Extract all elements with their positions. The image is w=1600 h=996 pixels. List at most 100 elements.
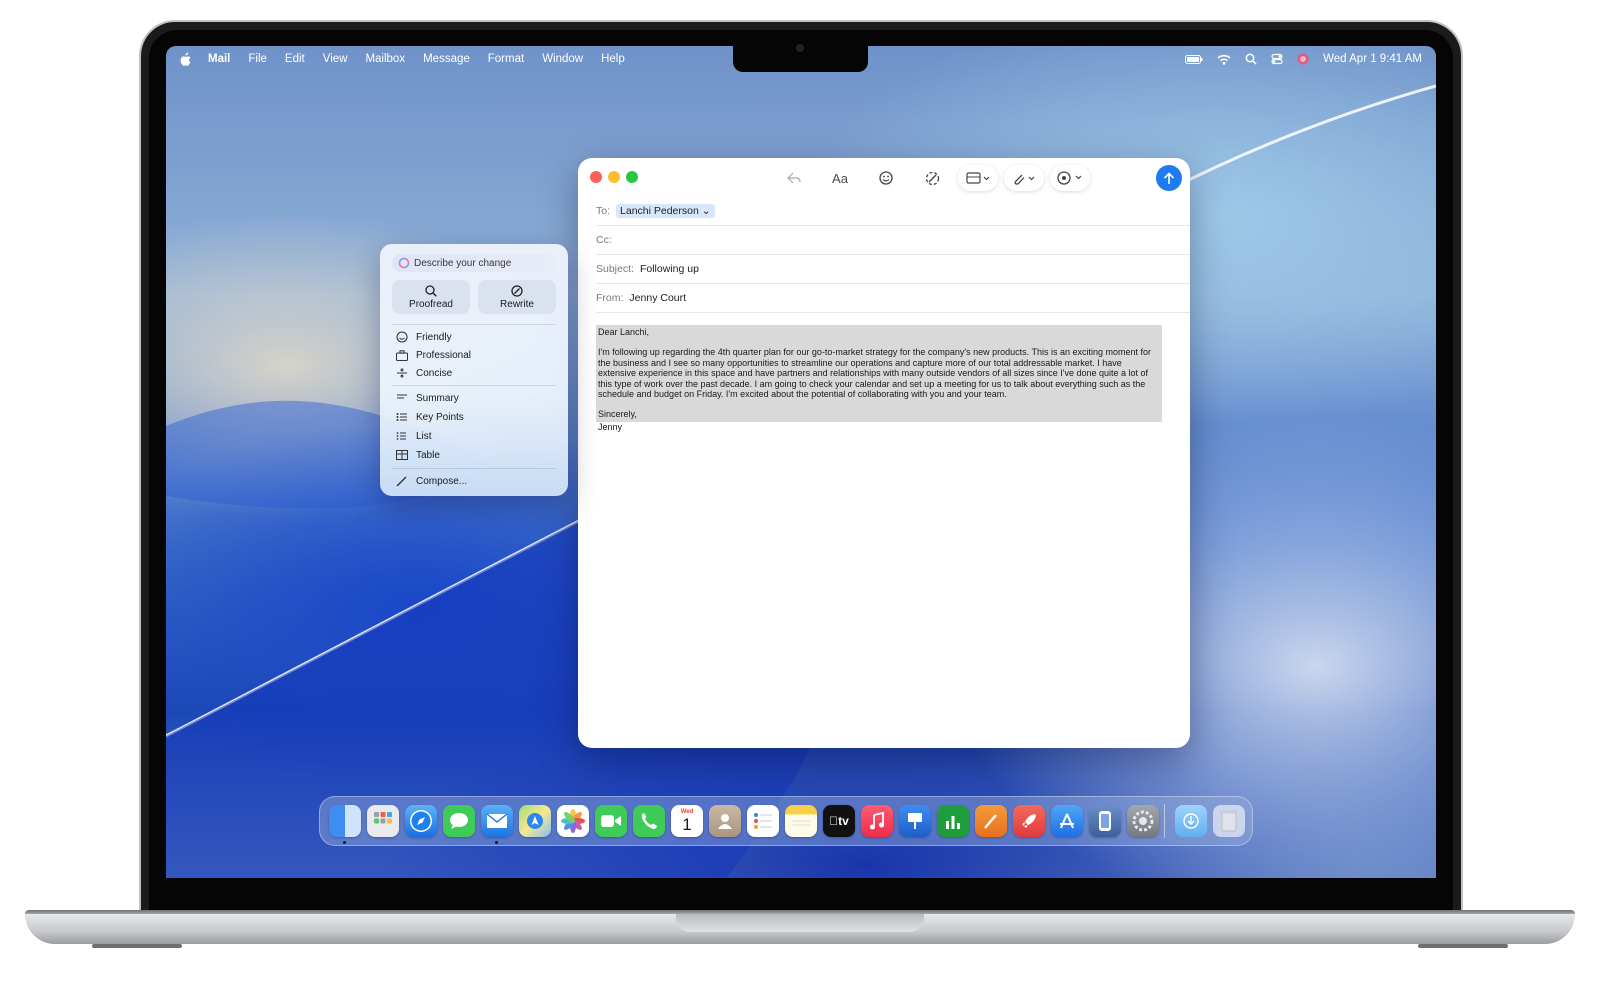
dock-mail-icon[interactable] <box>481 805 513 837</box>
send-button[interactable] <box>1156 165 1182 191</box>
cc-field[interactable]: Cc: <box>596 225 1190 255</box>
markup-icon[interactable] <box>1050 165 1090 191</box>
format-summary-label: Summary <box>416 392 459 404</box>
writing-tools-panel: Describe your change Proofread Rewrite F… <box>380 244 568 496</box>
menubar-datetime[interactable]: Wed Apr 1 9:41 AM <box>1323 53 1422 65</box>
rewrite-label: Rewrite <box>500 298 534 310</box>
dock-iphone-mirroring-icon[interactable] <box>1089 805 1121 837</box>
dock-system-settings-icon[interactable] <box>1127 805 1159 837</box>
message-body[interactable]: Dear Lanchi, I'm following up regarding … <box>596 325 1162 432</box>
format-list-label: List <box>416 430 432 442</box>
dock-pages-icon[interactable] <box>975 805 1007 837</box>
tone-concise-label: Concise <box>416 367 453 379</box>
menu-format[interactable]: Format <box>488 53 524 65</box>
search-icon[interactable] <box>1245 53 1257 65</box>
to-field[interactable]: To: Lanchi Pederson ⌄ <box>596 196 1190 226</box>
apple-menu-icon[interactable] <box>180 52 192 66</box>
battery-icon[interactable] <box>1185 54 1203 64</box>
dock-messages-icon[interactable] <box>443 805 475 837</box>
compose-option[interactable]: Compose... <box>396 475 467 487</box>
mail-compose-window: Aa To: Lanchi Pederson ⌄ Cc: Subject: Fo… <box>578 158 1190 748</box>
list-icon <box>396 430 408 442</box>
greeting: Dear Lanchi, <box>598 327 650 337</box>
dock-contacts-icon[interactable] <box>709 805 741 837</box>
dock: Wed 1 tv <box>319 796 1253 846</box>
briefcase-icon <box>396 349 408 361</box>
rewrite-button[interactable]: Rewrite <box>478 280 556 314</box>
font-icon[interactable]: Aa <box>820 165 860 191</box>
menu-file[interactable]: File <box>248 53 267 65</box>
dock-trash-icon[interactable] <box>1213 805 1245 837</box>
dock-maps-icon[interactable] <box>519 805 551 837</box>
selected-text[interactable]: Dear Lanchi, I'm following up regarding … <box>596 325 1162 422</box>
format-summary[interactable]: Summary <box>396 392 459 404</box>
recipient-name: Lanchi Pederson <box>620 204 699 217</box>
from-value: Jenny Court <box>629 291 687 304</box>
minimize-window-button[interactable] <box>608 171 620 183</box>
recipient-token[interactable]: Lanchi Pederson ⌄ <box>616 203 715 218</box>
menu-app-name[interactable]: Mail <box>208 53 230 65</box>
menu-view[interactable]: View <box>323 53 348 65</box>
describe-change-input[interactable]: Describe your change <box>392 254 556 272</box>
cc-label: Cc: <box>596 233 612 246</box>
subject-field[interactable]: Subject: Following up <box>596 254 1190 284</box>
dock-finder-icon[interactable] <box>329 805 361 837</box>
dock-keynote-icon[interactable] <box>899 805 931 837</box>
tone-friendly[interactable]: Friendly <box>396 331 452 343</box>
dock-safari-icon[interactable] <box>405 805 437 837</box>
proofread-button[interactable]: Proofread <box>392 280 470 314</box>
tone-professional-label: Professional <box>416 349 472 361</box>
menu-mailbox[interactable]: Mailbox <box>365 53 405 65</box>
compose-label: Compose... <box>416 475 468 487</box>
menu-help[interactable]: Help <box>601 53 625 65</box>
pencil-icon <box>396 475 408 487</box>
rewrite-icon <box>511 284 523 297</box>
send-arrow-icon <box>1163 171 1175 184</box>
attachment-icon[interactable] <box>1004 165 1044 191</box>
dock-music-icon[interactable] <box>861 805 893 837</box>
zoom-window-button[interactable] <box>626 171 638 183</box>
subject-label: Subject: <box>596 262 634 275</box>
apple-intelligence-icon <box>398 257 410 269</box>
dock-facetime-icon[interactable] <box>595 805 627 837</box>
dock-downloads-folder-icon[interactable] <box>1175 805 1207 837</box>
control-center-icon[interactable] <box>1271 53 1283 65</box>
menu-edit[interactable]: Edit <box>285 53 305 65</box>
writing-tools-icon[interactable] <box>912 165 952 191</box>
dock-launchpad-icon[interactable] <box>367 805 399 837</box>
dock-reminders-icon[interactable] <box>747 805 779 837</box>
format-list[interactable]: List <box>396 430 432 442</box>
menu-message[interactable]: Message <box>423 53 470 65</box>
dock-notes-icon[interactable] <box>785 805 817 837</box>
summary-icon <box>396 392 408 404</box>
close-window-button[interactable] <box>590 171 602 183</box>
emoji-icon[interactable] <box>866 165 906 191</box>
describe-change-placeholder: Describe your change <box>414 257 512 269</box>
dock-photos-icon[interactable] <box>557 805 589 837</box>
smile-icon <box>396 331 408 343</box>
tone-professional[interactable]: Professional <box>396 349 471 361</box>
menu-window[interactable]: Window <box>542 53 583 65</box>
format-table-icon[interactable] <box>958 165 998 191</box>
format-table[interactable]: Table <box>396 449 440 461</box>
dock-numbers-icon[interactable] <box>937 805 969 837</box>
from-label: From: <box>596 291 624 304</box>
proofread-icon <box>425 284 437 297</box>
proofread-label: Proofread <box>409 298 453 310</box>
siri-icon[interactable] <box>1297 53 1309 65</box>
tone-concise[interactable]: Concise <box>396 367 452 379</box>
from-field[interactable]: From: Jenny Court <box>596 283 1190 313</box>
format-key-points[interactable]: Key Points <box>396 411 464 423</box>
wifi-icon[interactable] <box>1217 54 1231 65</box>
laptop-foot-left <box>92 944 182 948</box>
format-table-label: Table <box>416 449 440 461</box>
dock-rocket-icon[interactable] <box>1013 805 1045 837</box>
dock-phone-icon[interactable] <box>633 805 665 837</box>
table-icon <box>396 449 408 461</box>
dock-tv-icon[interactable]: tv <box>823 805 855 837</box>
desktop: Mail File Edit View Mailbox Message Form… <box>166 46 1436 878</box>
body-paragraph: I'm following up regarding the 4th quart… <box>598 347 1152 400</box>
reply-icon[interactable] <box>774 165 814 191</box>
dock-calendar-icon[interactable]: Wed 1 <box>671 805 703 837</box>
dock-app-store-icon[interactable] <box>1051 805 1083 837</box>
